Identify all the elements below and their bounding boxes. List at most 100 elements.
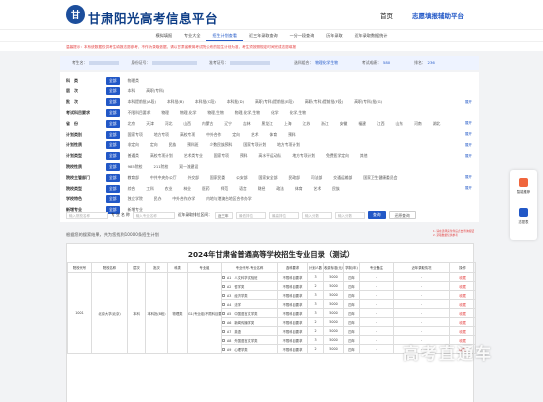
filter-option[interactable]: 师范 xyxy=(218,185,232,193)
collect-link[interactable]: 收藏 xyxy=(449,290,476,300)
filter-option[interactable]: 物理,化学 xyxy=(177,109,199,117)
filter-option[interactable]: 物理 xyxy=(158,109,172,117)
filter-option[interactable]: 湖北 xyxy=(430,120,444,128)
filter-option[interactable]: 教育部 xyxy=(125,174,142,182)
filter-option[interactable]: 本科 xyxy=(125,87,139,95)
filter-option[interactable]: 民族 xyxy=(329,185,343,193)
subnav-tab[interactable]: 历年录取 xyxy=(320,30,348,41)
row-checkbox[interactable] xyxy=(222,285,225,288)
filter-option[interactable]: 985院校 xyxy=(125,163,146,171)
filter-option[interactable]: 安徽 xyxy=(337,120,351,128)
filter-option[interactable]: 山西 xyxy=(180,120,194,128)
filter-option[interactable]: 全部 xyxy=(106,76,120,85)
filter-option[interactable]: 地方专项计划 xyxy=(289,152,318,160)
site-brand[interactable]: 甘肃阳光高考信息平台 xyxy=(88,8,218,27)
filter-option[interactable]: 外交部 xyxy=(185,174,202,182)
filter-option[interactable]: 预科 xyxy=(237,152,251,160)
filter-option[interactable]: 本科提前批(A段) xyxy=(125,98,159,106)
filter-option[interactable]: 全部 xyxy=(106,98,120,107)
filter-option[interactable]: 国家安全部 xyxy=(256,174,281,182)
filter-option[interactable]: 全部 xyxy=(106,87,120,96)
collect-link[interactable]: 收藏 xyxy=(449,308,476,318)
row-checkbox[interactable] xyxy=(222,348,225,351)
filter-expand-link[interactable]: 展开 xyxy=(465,186,472,191)
filter-option[interactable]: 工科 xyxy=(143,185,157,193)
filter-option[interactable]: 国家民委 xyxy=(207,174,228,182)
row-checkbox[interactable] xyxy=(222,294,225,297)
filter-option[interactable]: 本科批(C段) xyxy=(192,98,219,106)
filter-option[interactable]: 民政部 xyxy=(286,174,303,182)
subnav-tab[interactable]: 近年录取数据统计 xyxy=(349,30,394,41)
filter-option[interactable]: 全部 xyxy=(106,173,120,182)
filter-option[interactable]: 物理类 xyxy=(125,77,142,85)
filter-option[interactable]: 江西 xyxy=(374,120,388,128)
filter-option[interactable]: 高水平运动队 xyxy=(256,152,285,160)
filter-option[interactable]: 定向 xyxy=(229,131,243,139)
filter-option[interactable]: 高职(专科) xyxy=(143,87,167,95)
filter-option[interactable]: 公安部 xyxy=(233,174,250,182)
filter-option[interactable]: 上海 xyxy=(281,120,295,128)
filter-option[interactable]: 少数民族预科 xyxy=(207,141,236,149)
wish-table-button[interactable]: 志愿表 xyxy=(510,208,537,224)
filter-option[interactable]: 物理,生物 xyxy=(204,109,226,117)
school-name-input[interactable]: 输入院校名称 xyxy=(66,211,108,219)
filter-option[interactable]: 林业 xyxy=(180,185,194,193)
filter-expand-link[interactable]: 展开 xyxy=(465,100,472,105)
filter-option[interactable]: 天津 xyxy=(143,120,157,128)
rank-from-input[interactable]: 最低排位 xyxy=(235,211,266,219)
filter-option[interactable]: 高校专项计划 xyxy=(147,152,176,160)
filter-option[interactable]: 浙江 xyxy=(318,120,332,128)
score-to-input[interactable]: 输入分数 xyxy=(334,211,365,219)
filter-option[interactable]: 艺术 xyxy=(311,185,325,193)
row-checkbox[interactable] xyxy=(222,339,225,342)
filter-option[interactable]: 江苏 xyxy=(300,120,314,128)
filter-option[interactable]: 独立学院 xyxy=(125,195,146,203)
subnav-tab[interactable]: 招生计划查看 xyxy=(206,30,243,41)
filter-option[interactable]: 国家卫生健康委员会 xyxy=(360,174,400,182)
subnav-tab[interactable]: 专业大全 xyxy=(178,30,206,41)
filter-option[interactable]: 中外合作办学 xyxy=(169,195,198,203)
filter-option[interactable]: 河北 xyxy=(162,120,176,128)
filter-option[interactable]: 预科 xyxy=(285,131,299,139)
rank-to-input[interactable]: 最高排位 xyxy=(268,211,299,219)
filter-option[interactable]: 全部 xyxy=(106,152,120,161)
filter-option[interactable]: 中外合作 xyxy=(203,131,224,139)
row-checkbox[interactable] xyxy=(222,312,225,315)
filter-option[interactable]: 全部 xyxy=(106,162,120,171)
filter-option[interactable]: 免费医学定向 xyxy=(323,152,352,160)
filter-option[interactable]: 国家专项计划 xyxy=(240,141,269,149)
filter-option[interactable]: 其他 xyxy=(357,152,371,160)
filter-expand-link[interactable]: 展开 xyxy=(465,154,472,159)
filter-option[interactable]: 本科批(D) xyxy=(224,98,247,106)
filter-option[interactable]: 北京 xyxy=(125,120,139,128)
filter-option[interactable]: 全部 xyxy=(106,130,120,139)
subnav-tab[interactable]: 模拟填报 xyxy=(150,30,178,41)
filter-option[interactable]: 司法部 xyxy=(308,174,325,182)
filter-option[interactable]: 民族 xyxy=(166,141,180,149)
filter-option[interactable]: 地方专项 xyxy=(151,131,172,139)
filter-expand-link[interactable]: 展开 xyxy=(465,143,472,148)
filter-option[interactable]: 化学,生物 xyxy=(287,109,309,117)
collect-link[interactable]: 收藏 xyxy=(449,317,476,327)
query-button[interactable]: 查询 xyxy=(367,211,386,219)
filter-option[interactable]: 山东 xyxy=(393,120,407,128)
score-from-input[interactable]: 输入分数 xyxy=(301,211,332,219)
filter-option[interactable]: 物理,化学,生物 xyxy=(232,109,263,117)
filter-option[interactable]: 定向 xyxy=(147,141,161,149)
filter-option[interactable]: 财经 xyxy=(255,185,269,193)
row-checkbox[interactable] xyxy=(222,303,225,306)
collect-link[interactable]: 收藏 xyxy=(449,299,476,309)
filter-option[interactable]: 本科批(B) xyxy=(164,98,187,106)
collect-link[interactable]: 收藏 xyxy=(449,272,476,282)
nav-home-link[interactable]: 首页 xyxy=(380,10,393,20)
filter-option[interactable]: 全部 xyxy=(106,141,120,150)
filter-option[interactable]: 国家专项 xyxy=(211,152,232,160)
filter-option[interactable]: 地方专项计划 xyxy=(274,141,303,149)
filter-option[interactable]: 吉林 xyxy=(240,120,254,128)
filter-option[interactable]: 全部 xyxy=(106,119,120,128)
subnav-tab[interactable]: 一分一段查询 xyxy=(284,30,321,41)
rank-mode-select[interactable]: 近三年 xyxy=(214,211,233,219)
filter-option[interactable]: 普通类 xyxy=(125,152,142,160)
filter-option[interactable]: 黑龙江 xyxy=(259,120,276,128)
collect-link[interactable]: 收藏 xyxy=(449,281,476,291)
